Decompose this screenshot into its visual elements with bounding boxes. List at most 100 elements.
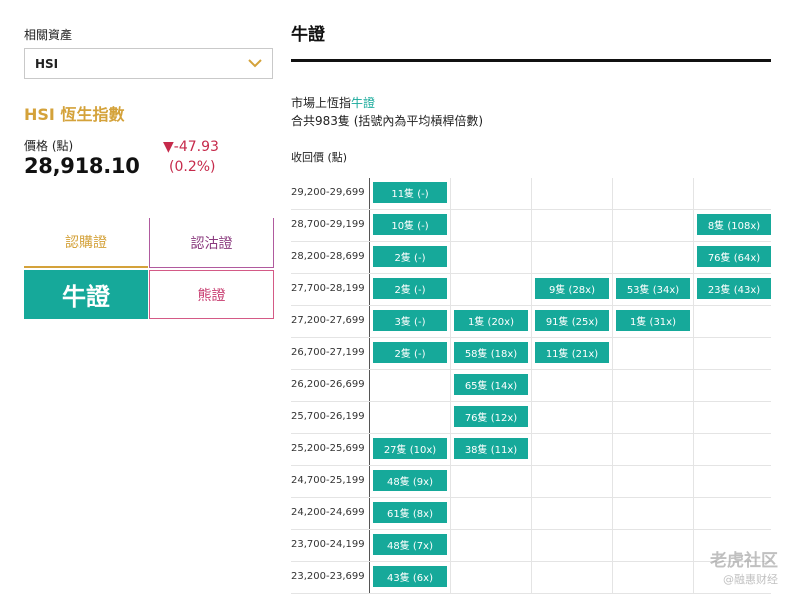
tab-bull-cbbc[interactable]: 牛證 [24,270,148,319]
index-name: HSI 恆生指數 [24,105,125,124]
call-price-range: 24,200-24,699 [291,507,365,518]
cbbc-count-chip[interactable]: 61隻 (8x) [373,502,447,523]
table-cell [612,178,693,209]
cbbc-count-chip[interactable]: 2隻 (-) [373,246,447,267]
row-cells: 2隻 (-) 58隻 (18x) 11隻 (21x) [369,338,771,369]
table-cell [450,242,531,273]
table-cell [531,370,612,401]
call-price-range: 27,700-28,199 [291,283,365,294]
call-price-range: 27,200-27,699 [291,315,365,326]
table-cell [369,402,450,433]
table-cell [612,242,693,273]
cbbc-count-chip[interactable]: 3隻 (-) [373,310,447,331]
cbbc-count-chip[interactable]: 76隻 (12x) [454,406,528,427]
table-cell: 58隻 (18x) [450,338,531,369]
table-cell [450,210,531,241]
cbbc-count-chip[interactable]: 1隻 (31x) [616,310,690,331]
table-cell: 76隻 (64x) [693,242,774,273]
row-cells: 3隻 (-) 1隻 (20x) 91隻 (25x) 1隻 (31x) [369,306,771,337]
table-cell: 1隻 (31x) [612,306,693,337]
tab-call-warrant[interactable]: 認購證 [24,218,148,268]
table-cell [531,210,612,241]
related-asset-label: 相關資產 [24,28,73,42]
table-cell: 10隻 (-) [369,210,450,241]
asset-select[interactable]: HSI [24,48,273,79]
table-cell: 23隻 (43x) [693,274,774,305]
cbbc-count-chip[interactable]: 27隻 (10x) [373,438,447,459]
table-cell [531,178,612,209]
table-row: 29,200-29,699 11隻 (-) [291,178,771,210]
table-cell: 53隻 (34x) [612,274,693,305]
table-cell [612,210,693,241]
call-price-range: 23,200-23,699 [291,571,365,582]
table-cell [531,466,612,497]
table-row: 23,200-23,699 43隻 (6x) [291,562,771,594]
table-cell [693,466,774,497]
table-cell: 76隻 (12x) [450,402,531,433]
table-cell [531,434,612,465]
cbbc-count-chip[interactable]: 11隻 (-) [373,182,447,203]
cbbc-count-chip[interactable]: 53隻 (34x) [616,278,690,299]
cbbc-count-chip[interactable]: 2隻 (-) [373,278,447,299]
table-cell: 43隻 (6x) [369,562,450,593]
cbbc-count-chip[interactable]: 76隻 (64x) [697,246,771,267]
row-cells: 27隻 (10x) 38隻 (11x) [369,434,771,465]
table-cell [693,434,774,465]
cbbc-count-chip[interactable]: 48隻 (9x) [373,470,447,491]
table-cell [693,498,774,529]
asset-select-value: HSI [35,57,59,71]
cbbc-count-chip[interactable]: 10隻 (-) [373,214,447,235]
cbbc-count-chip[interactable]: 58隻 (18x) [454,342,528,363]
cbbc-count-chip[interactable]: 38隻 (11x) [454,438,528,459]
cbbc-count-chip[interactable]: 9隻 (28x) [535,278,609,299]
table-cell [612,402,693,433]
table-cell [450,530,531,561]
table-cell [612,434,693,465]
table-cell: 3隻 (-) [369,306,450,337]
table-cell [693,402,774,433]
table-cell: 61隻 (8x) [369,498,450,529]
call-price-range: 25,700-26,199 [291,411,365,422]
tab-bear-cbbc[interactable]: 熊證 [149,270,274,319]
table-cell [450,178,531,209]
cbbc-count-chip[interactable]: 2隻 (-) [373,342,447,363]
cbbc-count-chip[interactable]: 91隻 (25x) [535,310,609,331]
table-cell: 27隻 (10x) [369,434,450,465]
table-cell [693,338,774,369]
cbbc-distribution-table: 29,200-29,699 11隻 (-) 28,700-29,199 10隻 (-)… [291,178,771,594]
cbbc-count-chip[interactable]: 1隻 (20x) [454,310,528,331]
table-cell [450,466,531,497]
tab-put-warrant[interactable]: 認沽證 [149,218,274,268]
table-row: 27,200-27,699 3隻 (-) 1隻 (20x) 91隻 (25x) 1隻 (… [291,306,771,338]
call-price-range: 26,700-27,199 [291,347,365,358]
row-cells: 48隻 (9x) [369,466,771,497]
table-cell [531,498,612,529]
watermark-line1: 老虎社区 [710,551,778,571]
table-cell: 2隻 (-) [369,274,450,305]
table-cell [531,530,612,561]
cbbc-count-chip[interactable]: 23隻 (43x) [697,278,771,299]
cbbc-count-chip[interactable]: 8隻 (108x) [697,214,771,235]
cbbc-count-chip[interactable]: 43隻 (6x) [373,566,447,587]
price-change: ▼-47.93 [163,139,219,155]
call-price-range: 28,700-29,199 [291,219,365,230]
price-value: 28,918.10 [24,154,140,178]
market-summary-line: 市場上恆指牛證 [291,94,375,111]
cbbc-count-chip[interactable]: 65隻 (14x) [454,374,528,395]
table-cell [693,370,774,401]
cbbc-count-chip[interactable]: 11隻 (21x) [535,342,609,363]
price-change-pct: (0.2%) [169,159,216,175]
price-label: 價格 (點) [24,139,74,153]
table-cell [531,242,612,273]
table-cell: 48隻 (9x) [369,466,450,497]
call-price-range: 26,200-26,699 [291,379,365,390]
table-cell: 65隻 (14x) [450,370,531,401]
table-row: 26,200-26,699 65隻 (14x) [291,370,771,402]
cbbc-count-chip[interactable]: 48隻 (7x) [373,534,447,555]
table-row: 25,700-26,199 76隻 (12x) [291,402,771,434]
table-row: 28,700-29,199 10隻 (-) 8隻 (108x) [291,210,771,242]
table-cell [612,370,693,401]
table-cell: 91隻 (25x) [531,306,612,337]
row-cells: 76隻 (12x) [369,402,771,433]
table-cell: 11隻 (-) [369,178,450,209]
